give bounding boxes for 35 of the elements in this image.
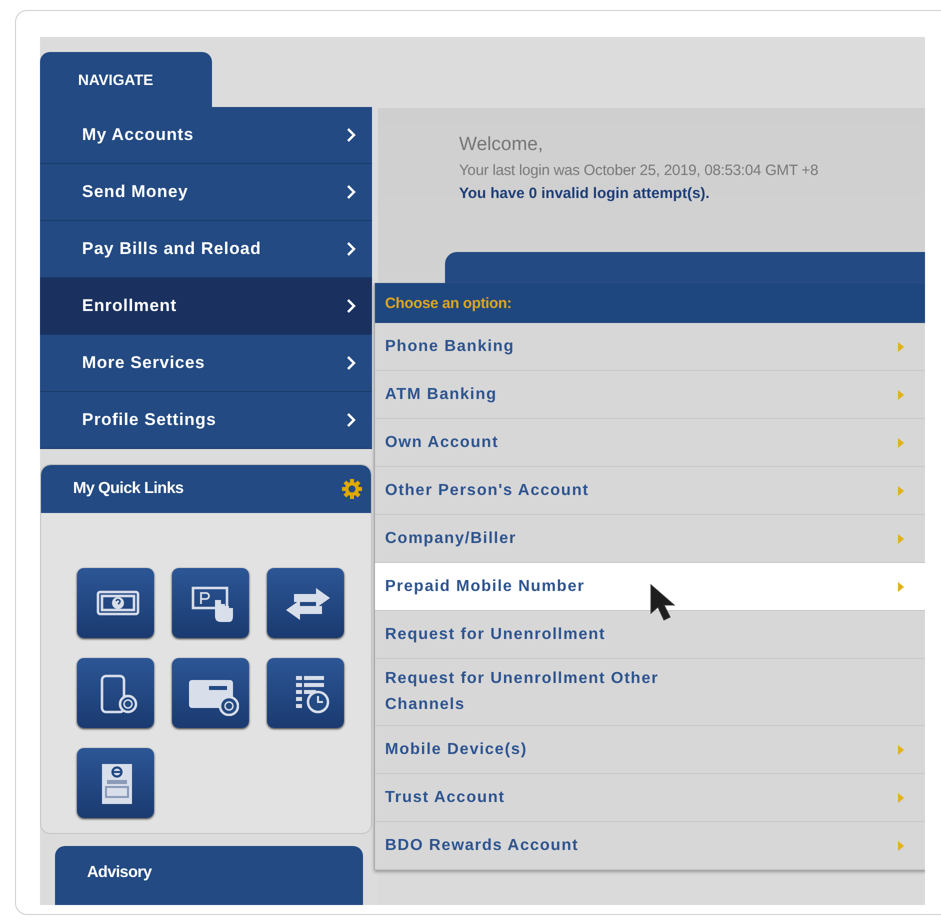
- nav-menu-item[interactable]: More Services: [40, 335, 372, 392]
- last-login-text: Your last login was October 25, 2019, 08:53:04 GMT +8: [459, 162, 820, 179]
- chevron-right-icon: [346, 242, 356, 256]
- nav-menu-item[interactable]: Send Money: [40, 164, 372, 222]
- login-attempts-text: You have 0 invalid login attempt(s).: [459, 185, 711, 202]
- quick-link-button[interactable]: [172, 658, 249, 728]
- dropdown-menu-item[interactable]: Request for Unenrollment: [375, 611, 925, 659]
- dropdown-menu-item[interactable]: Mobile Device(s): [375, 726, 925, 774]
- dropdown-header: Choose an option:: [375, 283, 925, 323]
- nav-menu-item[interactable]: My Accounts: [40, 107, 372, 164]
- chevron-right-icon: [346, 413, 356, 428]
- dropdown-menu-item[interactable]: BDO Rewards Account: [375, 822, 925, 870]
- dropdown-menu-item[interactable]: Own Account: [375, 419, 925, 467]
- nav-menu-item[interactable]: Enrollment: [40, 278, 372, 336]
- dropdown-menu-item[interactable]: ATM Banking: [375, 371, 925, 419]
- dropdown-menu-item[interactable]: Request for Unenrollment Other Channels: [375, 659, 925, 726]
- nav-menu-item[interactable]: Profile Settings: [40, 392, 372, 450]
- settings-icon: [341, 478, 363, 500]
- quick-link-button[interactable]: [267, 568, 344, 638]
- chevron-right-icon: [346, 356, 356, 370]
- quick-link-button[interactable]: [77, 748, 154, 818]
- chevron-right-icon: [346, 185, 356, 200]
- quick-link-button[interactable]: [172, 568, 249, 638]
- dropdown-menu-item[interactable]: Trust Account: [375, 774, 925, 822]
- welcome-text: Welcome,: [459, 134, 544, 156]
- navigate-tab[interactable]: NAVIGATE: [40, 52, 212, 108]
- chevron-right-icon: [346, 128, 356, 142]
- dropdown-menu-item[interactable]: Phone Banking: [375, 323, 925, 371]
- quick-link-button[interactable]: [77, 568, 154, 638]
- panel-title: Advisory: [87, 864, 152, 881]
- chevron-right-icon: [346, 299, 356, 314]
- quick-link-button[interactable]: [267, 658, 344, 728]
- dropdown-menu-item[interactable]: Other Person's Account: [375, 467, 925, 515]
- panel-title: My Quick Links: [73, 480, 184, 498]
- quick-link-button[interactable]: [77, 658, 154, 728]
